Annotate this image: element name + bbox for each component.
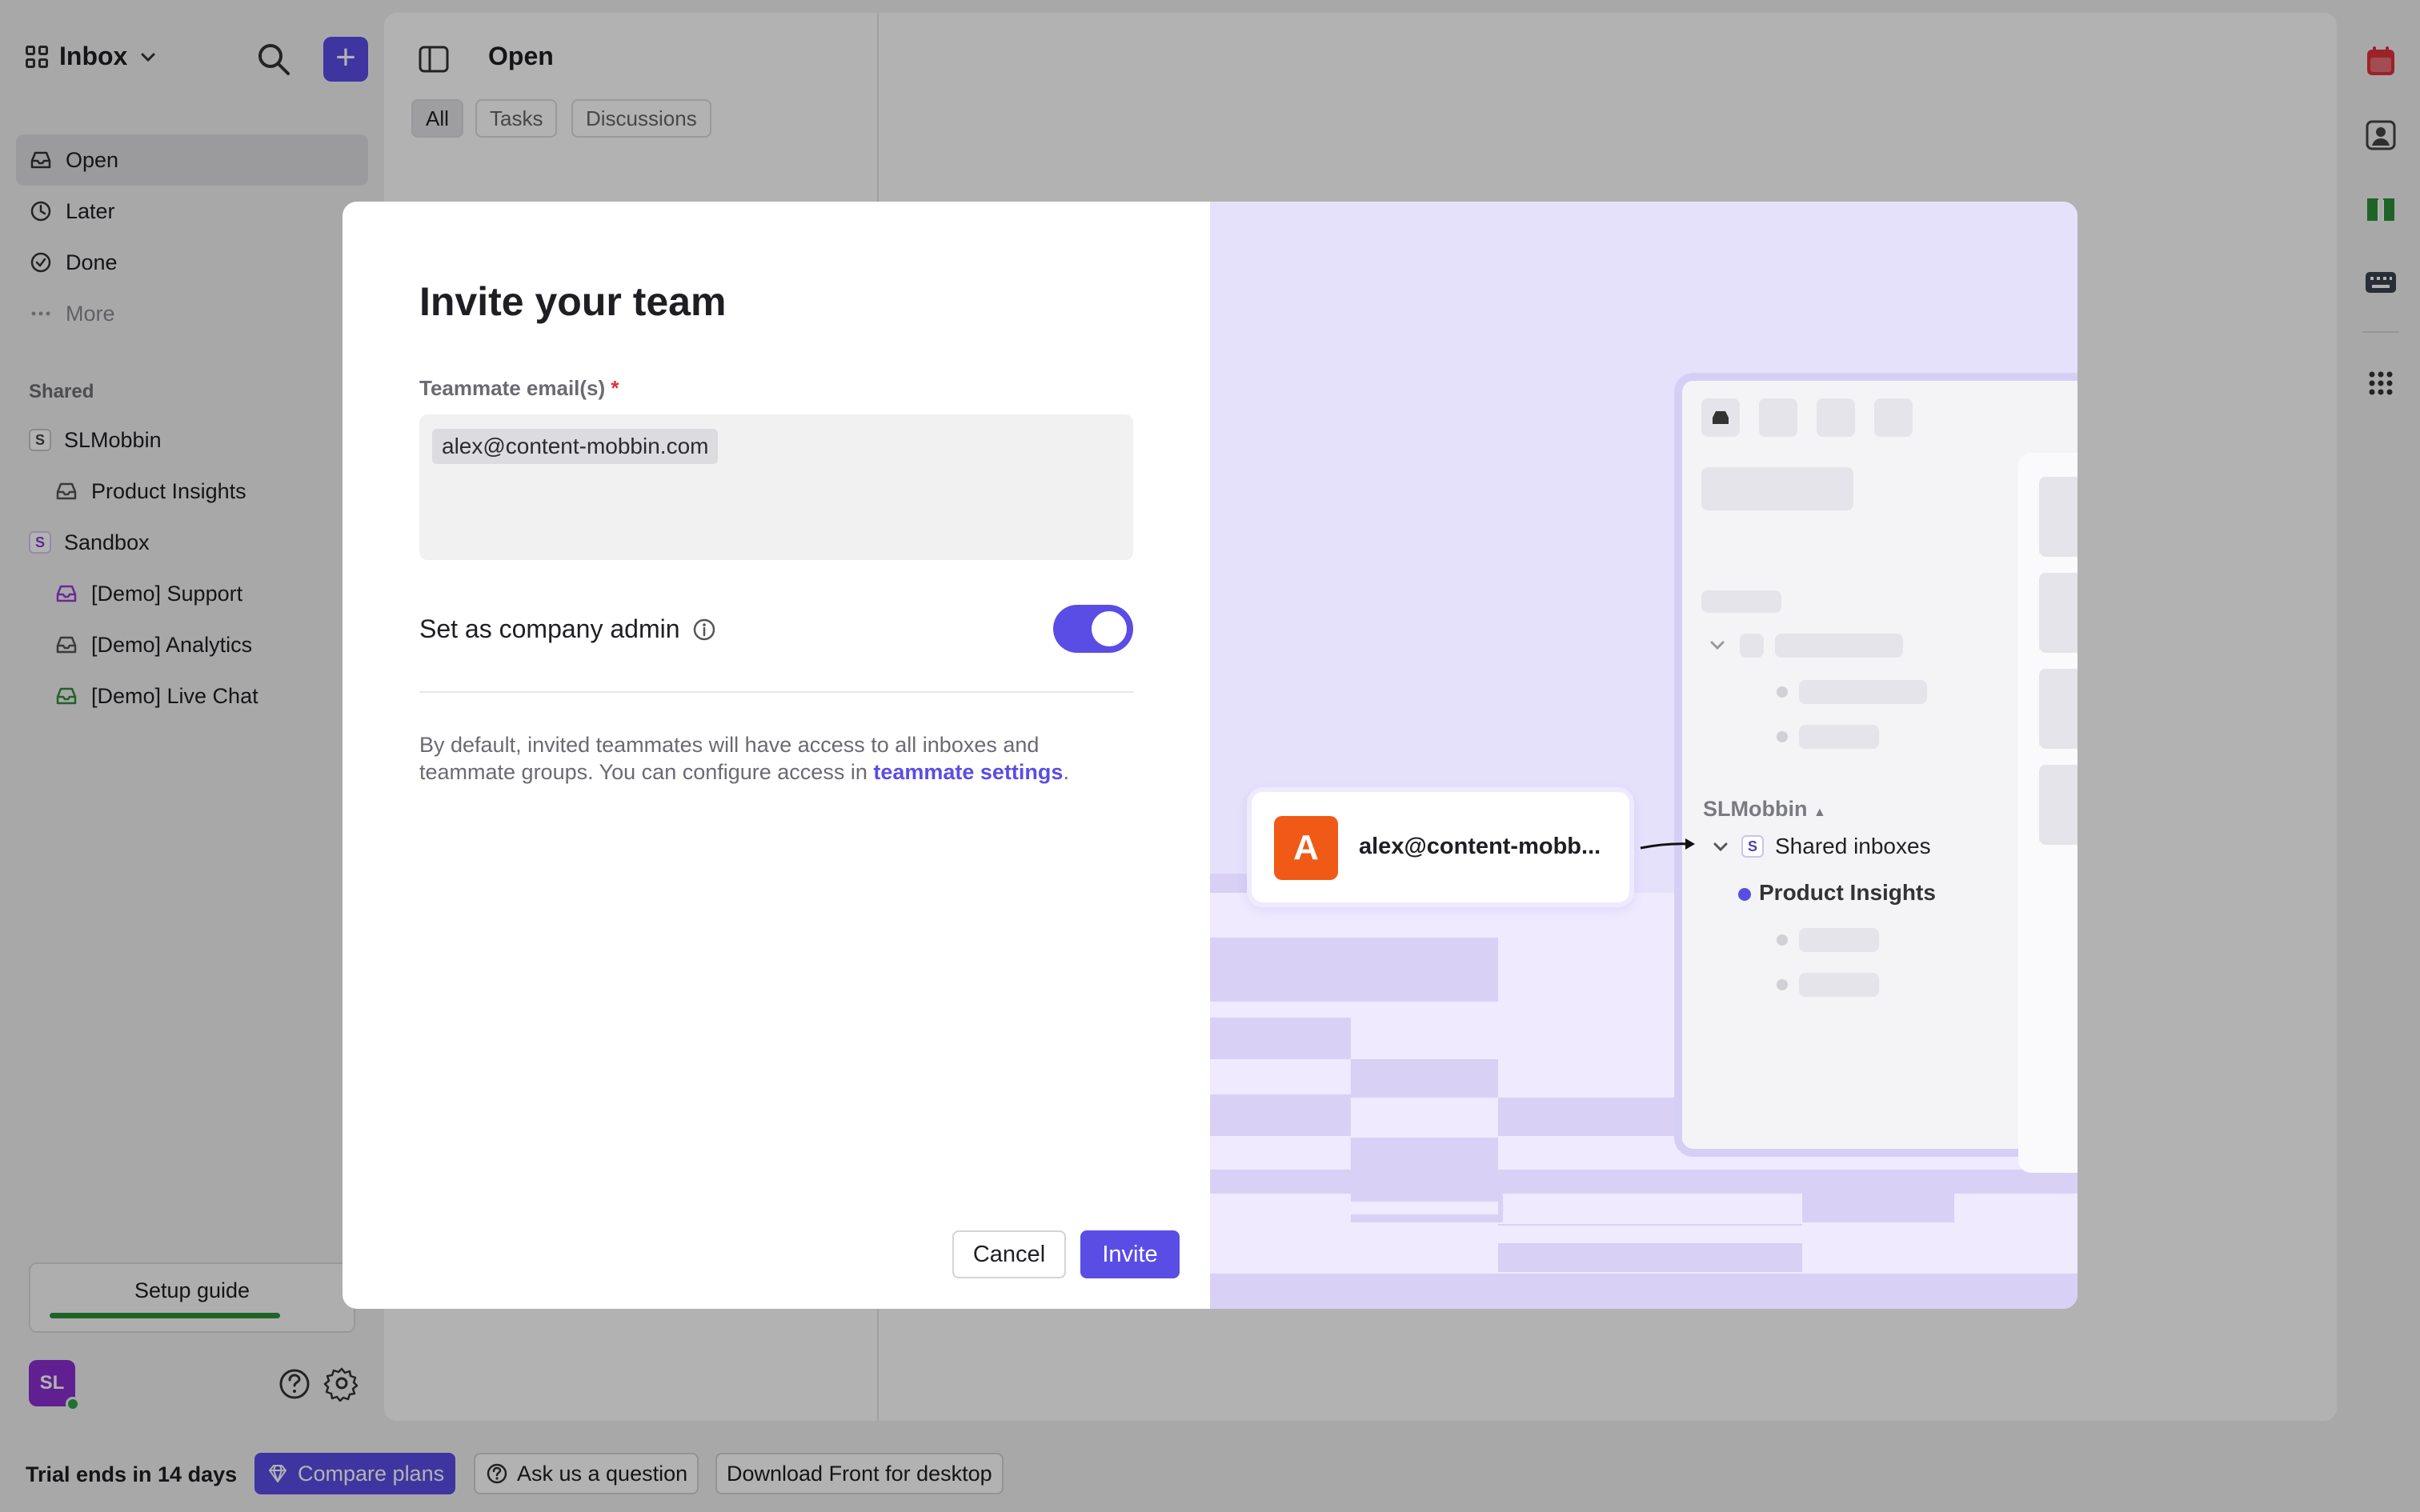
access-note-end: .: [1063, 760, 1069, 784]
illustration-tile: [1351, 1059, 1498, 1098]
illustration-tile: [1351, 1138, 1498, 1170]
illustration-tile: [1351, 1022, 1498, 1046]
modal-title: Invite your team: [419, 279, 727, 324]
team-badge: S: [1741, 835, 1764, 858]
unread-dot: [1738, 888, 1751, 901]
illustration-tile: [1210, 1018, 1351, 1059]
info-icon[interactable]: [691, 617, 717, 642]
mock-org-name: SLMobbin: [1703, 797, 1808, 821]
placeholder-dot: [1777, 731, 1788, 742]
invite-illustration: SLMobbin ▲ S Shared inboxes Product Insi…: [1210, 202, 2077, 1309]
illustration-tile: [1802, 1190, 1954, 1222]
placeholder: [2039, 573, 2077, 653]
mock-app-window: SLMobbin ▲ S Shared inboxes Product Insi…: [1674, 373, 2077, 1173]
placeholder: [1701, 590, 1781, 613]
cancel-button[interactable]: Cancel: [952, 1230, 1066, 1278]
illustration-tile: [1498, 1226, 1802, 1243]
mock-product-insights: Product Insights: [1759, 880, 1936, 905]
company-admin-toggle[interactable]: [1053, 605, 1133, 653]
chevron-down-icon: [1713, 842, 1728, 852]
placeholder: [1759, 398, 1797, 437]
placeholder: [1817, 398, 1855, 437]
invited-user-avatar: A: [1274, 816, 1338, 880]
invited-user-email: alex@content-mobb...: [1359, 834, 1601, 859]
mock-content-pane: [2018, 453, 2077, 1173]
placeholder: [2039, 765, 2077, 845]
company-admin-label: Set as company admin: [419, 614, 680, 643]
invited-user-card: A alex@content-mobb...: [1247, 787, 1634, 907]
placeholder: [1799, 928, 1879, 952]
caret-up-icon: ▲: [1813, 806, 1826, 819]
email-field-label: Teammate email(s) *: [419, 376, 619, 401]
placeholder: [1701, 467, 1853, 510]
access-note: By default, invited teammates will have …: [419, 731, 1133, 786]
illustration-tile: [1210, 1274, 2077, 1309]
placeholder: [1799, 680, 1927, 704]
mock-shared-inboxes: S Shared inboxes: [1711, 834, 1931, 859]
chevron-down-icon: [1710, 641, 1725, 650]
placeholder: [2039, 669, 2077, 749]
placeholder: [1799, 973, 1879, 997]
placeholder: [1799, 725, 1879, 749]
illustration-tile: [1351, 1202, 1498, 1214]
placeholder: [1775, 634, 1903, 658]
teammate-settings-link[interactable]: teammate settings: [873, 760, 1063, 784]
illustration-tile: [1210, 938, 1498, 1002]
invite-form: Invite your team Teammate email(s) * ale…: [343, 202, 1210, 1309]
placeholder-dot: [1777, 686, 1788, 698]
placeholder: [1740, 634, 1764, 658]
required-marker: *: [611, 376, 619, 400]
placeholder: [2039, 477, 2077, 557]
placeholder-dot: [1777, 934, 1788, 946]
placeholder: [1874, 398, 1913, 437]
mock-shared-label: Shared inboxes: [1775, 834, 1931, 858]
email-field[interactable]: alex@content-mobbin.com: [419, 414, 1133, 560]
placeholder-dot: [1777, 979, 1788, 990]
invite-button[interactable]: Invite: [1080, 1230, 1180, 1278]
invite-team-modal: Invite your team Teammate email(s) * ale…: [343, 202, 2077, 1309]
email-chip[interactable]: alex@content-mobbin.com: [432, 429, 719, 464]
email-field-label-text: Teammate email(s): [419, 376, 606, 400]
arrow-icon: [1640, 838, 1695, 850]
mock-org-label: SLMobbin ▲: [1703, 797, 1826, 822]
divider: [419, 691, 1133, 693]
illustration-tile: [1210, 1094, 1351, 1136]
company-admin-row: Set as company admin: [419, 614, 717, 644]
mock-inbox-icon: [1701, 398, 1740, 437]
toggle-knob: [1092, 611, 1127, 646]
